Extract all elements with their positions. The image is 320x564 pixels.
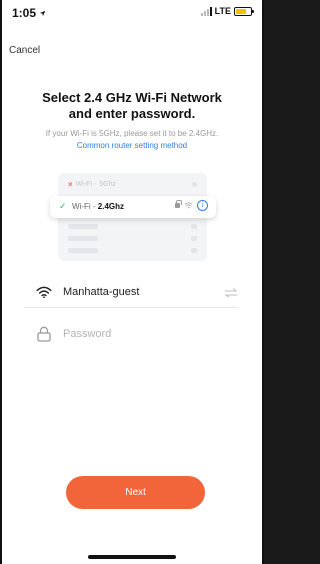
swap-arrows-icon[interactable] (224, 287, 238, 299)
lock-icon (37, 326, 51, 342)
placeholder-bar (191, 248, 197, 253)
status-time-text: 1:05 (12, 6, 37, 20)
wifi-icon (36, 286, 52, 299)
cancel-button[interactable]: Cancel (9, 45, 40, 56)
subtitle: If your Wi-Fi is 5GHz, please set it to … (45, 129, 219, 138)
cross-icon: × (68, 180, 73, 189)
signal-icon (200, 6, 212, 16)
wifi-2g-band: 2.4Ghz (97, 202, 124, 211)
network-type: LTE (214, 6, 231, 16)
lock-icon (175, 200, 182, 208)
status-bar: 1:05 LTE (0, 0, 264, 22)
placeholder-bar (68, 248, 98, 253)
wifi-2g-prefix: Wi-Fi - (72, 202, 98, 211)
placeholder-bar (191, 224, 197, 229)
router-setting-link[interactable]: Common router setting method (0, 140, 264, 151)
wifi-2g-card: ✓ Wi-Fi - 2.4Ghz i (50, 196, 216, 218)
device-frame-right (262, 0, 264, 564)
device-frame-left (0, 0, 2, 564)
status-indicators: LTE (200, 6, 254, 16)
phone-screen: 1:05 LTE Cancel Select 2.4 GHz Wi-Fi Net… (0, 0, 264, 564)
next-button[interactable]: Next (66, 476, 205, 509)
title-line-1: Select 2.4 GHz Wi-Fi Network (42, 90, 222, 105)
dot-icon (192, 182, 197, 187)
wifi-5ghz-prefix: Wi-Fi - (75, 181, 97, 188)
wifi-network-value: Manhatta-guest (63, 286, 140, 298)
home-indicator[interactable] (88, 555, 176, 559)
wifi-card-icons: i (175, 200, 208, 211)
placeholder-bar (68, 236, 98, 241)
info-icon: i (197, 200, 208, 211)
title-line-2: and enter password. (68, 106, 196, 121)
wifi-icon (184, 202, 193, 209)
location-arrow-icon (40, 10, 46, 17)
wifi-5ghz-row: × Wi-Fi - 5Ghz (68, 180, 116, 189)
wifi-5ghz-band: 5Ghz (99, 181, 117, 188)
status-time: 1:05 (12, 6, 46, 20)
placeholder-bar (191, 236, 197, 241)
wifi-network-field[interactable]: Manhatta-guest (24, 278, 238, 308)
page-title: Select 2.4 GHz Wi-Fi Network and enter p… (0, 90, 264, 122)
password-input[interactable]: Password (63, 328, 111, 340)
check-icon: ✓ (59, 201, 67, 211)
nav-bar: Cancel (0, 40, 264, 64)
password-field[interactable]: Password (24, 320, 238, 350)
battery-icon (234, 6, 254, 16)
wifi-2g-label: Wi-Fi - 2.4Ghz (72, 202, 124, 211)
placeholder-bar (68, 224, 98, 229)
